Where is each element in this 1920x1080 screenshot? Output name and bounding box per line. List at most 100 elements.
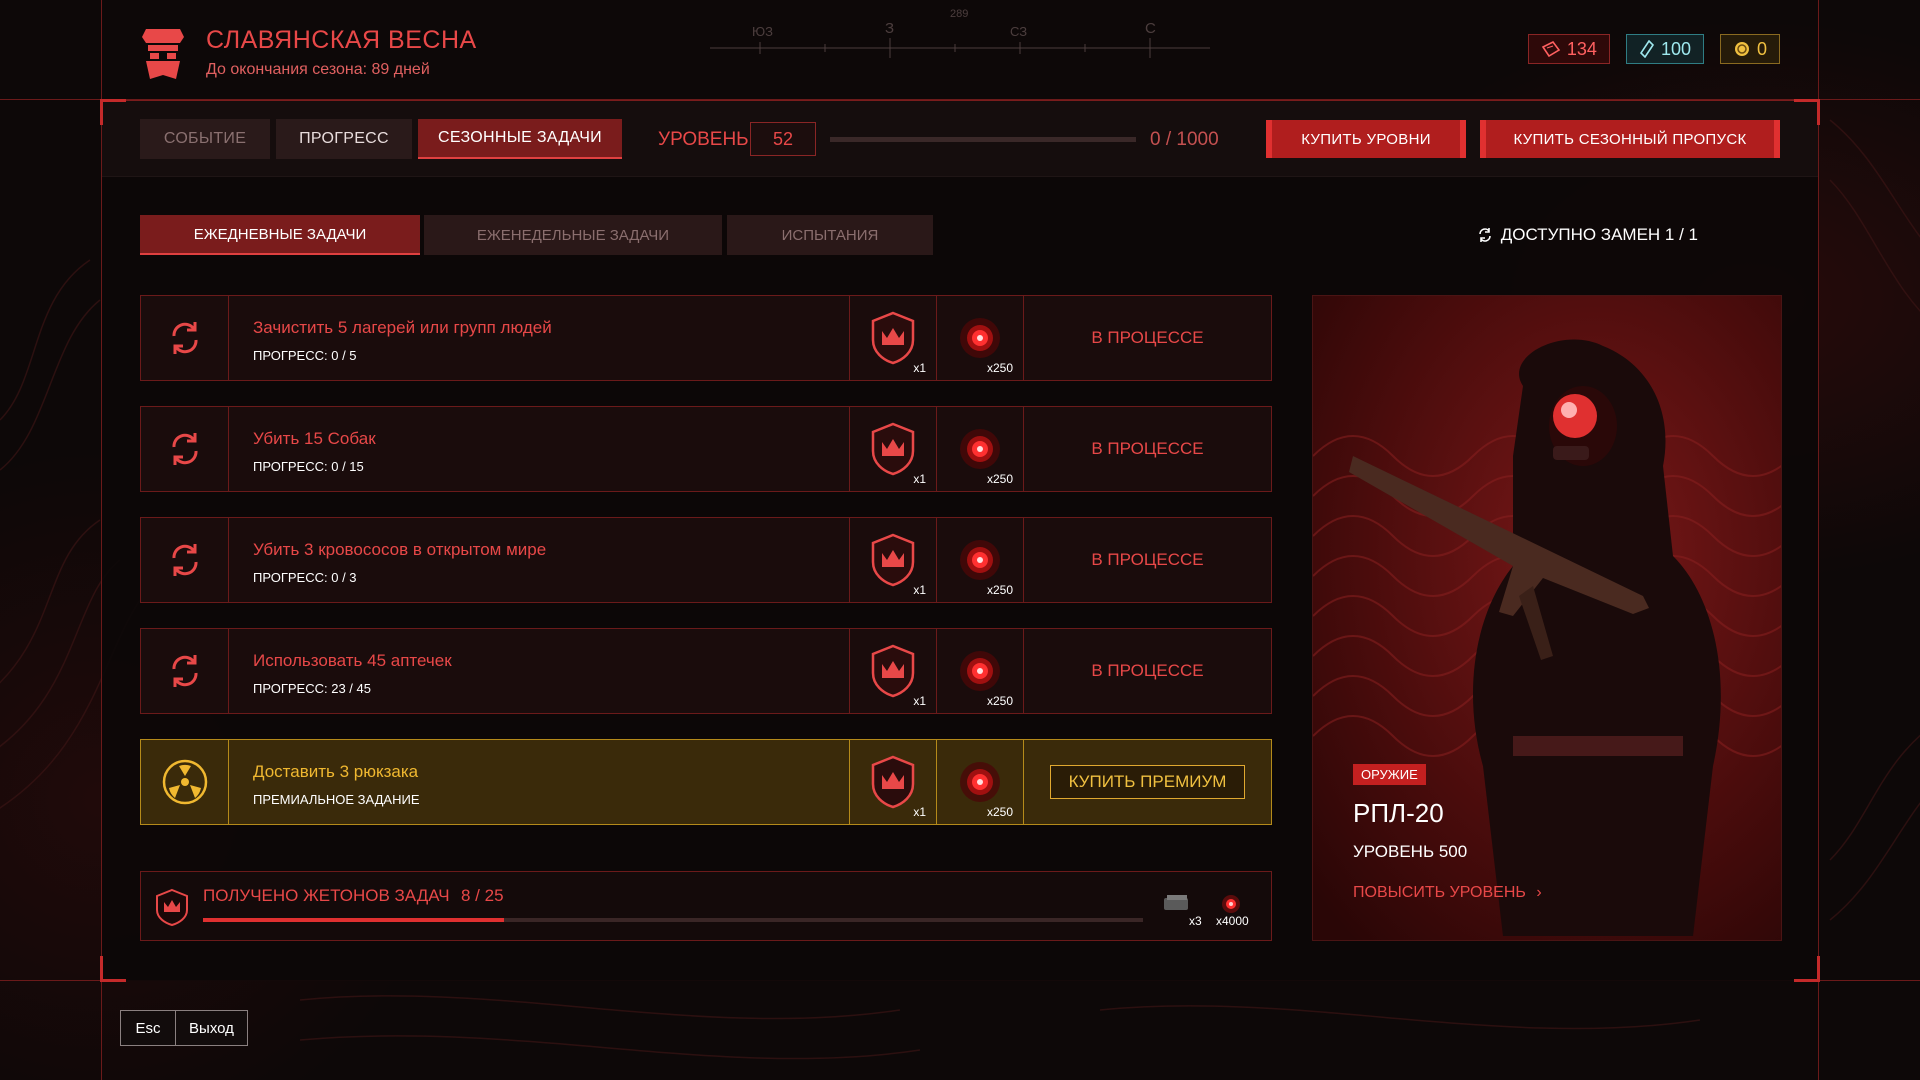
task-title: Доставить 3 рюкзака [253,762,419,781]
reward-token: x1 [850,629,937,713]
reward-token: x1 [850,740,937,824]
task-row: Зачистить 5 лагерей или групп людей ПРОГ… [140,295,1272,381]
task-status: В ПРОЦЕССЕ [1091,328,1204,347]
tab-season-tasks[interactable]: СЕЗОННЫЕ ЗАДАЧИ [418,119,622,159]
reward-orbs-qty: x250 [986,472,1013,486]
task-tokens-bar: ПОЛУЧЕНО ЖЕТОНОВ ЗАДАЧ 8 / 25 x3 x4000 [140,871,1272,941]
tokens-title: ПОЛУЧЕНО ЖЕТОНОВ ЗАДАЧ [203,886,450,905]
crown-shield-icon [156,888,188,926]
task-description: Использовать 45 аптечек ПРОГРЕСС: 23 / 4… [229,629,850,713]
xp-count: 0 / 1000 [1150,129,1219,150]
coin-icon [1734,42,1749,56]
radiation-premium-icon [162,759,207,805]
buy-season-pass-button[interactable]: КУПИТЬ СЕЗОННЫЙ ПРОПУСК [1480,120,1780,158]
task-progress: ПРОГРЕСС: 0 / 3 [253,570,357,585]
crown-shield-icon [871,533,915,587]
subtab-weekly[interactable]: ЕЖЕНЕДЕЛЬНЫЕ ЗАДАЧИ [424,215,722,255]
featured-reward-card[interactable]: ОРУЖИЕ РПЛ-20 УРОВЕНЬ 500 ПОВЫСИТЬ УРОВЕ… [1312,295,1782,941]
task-description: Убить 3 кровососов в открытом мире ПРОГР… [229,518,850,602]
buy-premium-button[interactable]: КУПИТЬ ПРЕМИУМ [1049,765,1246,799]
task-progress: ПРОГРЕСС: 0 / 15 [253,459,364,474]
currency-bar: 134 100 0 [1527,34,1780,64]
task-row: Доставить 3 рюкзака ПРЕМИАЛЬНОЕ ЗАДАНИЕ … [140,739,1272,825]
currency-tickets: 134 [1527,34,1610,64]
tokens-count: 8 / 25 [461,886,504,905]
compass-mark-w: З [885,20,895,37]
task-status: В ПРОЦЕССЕ [1091,550,1204,569]
refresh-task-icon [172,322,197,354]
reward-token: x1 [850,518,937,602]
task-description: Убить 15 Собак ПРОГРЕСС: 0 / 15 [229,407,850,491]
tokens-progress-fill [203,918,504,922]
currency-crystals-value: 100 [1660,38,1691,59]
reward-orbs: x250 [937,740,1024,824]
task-status-cell: В ПРОЦЕССЕ [1024,407,1271,491]
season-panel: СОБЫТИЕ ПРОГРЕСС СЕЗОННЫЕ ЗАДАЧИ УРОВЕНЬ… [100,99,1820,982]
refresh-icon [1478,228,1491,242]
reward-token-qty: x1 [913,472,926,486]
swap-task-button[interactable] [141,629,229,713]
red-orb-icon [960,429,1000,469]
subtab-daily[interactable]: ЕЖЕДНЕВНЫЕ ЗАДАЧИ [140,215,420,255]
season-mask-icon [142,29,184,79]
reward-orbs-qty: x250 [986,361,1013,375]
reward-type-badge: ОРУЖИЕ [1353,764,1426,785]
frame-line [1818,0,1819,1080]
task-status: В ПРОЦЕССЕ [1091,661,1204,680]
reward-orbs: x250 [937,296,1024,380]
currency-tickets-value: 134 [1566,38,1597,59]
swap-task-button[interactable] [141,407,229,491]
swap-task-button[interactable] [141,296,229,380]
subtab-challenges[interactable]: ИСПЫТАНИЯ [727,215,933,255]
exit-button[interactable]: Выход [176,1010,248,1046]
reward-orbs-qty: x250 [986,805,1013,819]
task-row: Использовать 45 аптечек ПРОГРЕСС: 23 / 4… [140,628,1272,714]
currency-crystals: 100 [1625,34,1704,64]
footer-hints: Esc Выход [120,1010,248,1046]
upgrade-level-link[interactable]: ПОВЫСИТЬ УРОВЕНЬ › [1353,884,1542,902]
red-orb-icon [960,318,1000,358]
task-status-cell: В ПРОЦЕССЕ [1024,518,1271,602]
buy-levels-button[interactable]: КУПИТЬ УРОВНИ [1266,120,1466,158]
reward-token: x1 [850,407,937,491]
compass-heading: 289 [950,8,969,20]
crown-shield-icon [871,755,915,809]
reward-name: РПЛ-20 [1353,798,1444,828]
esc-key[interactable]: Esc [120,1010,176,1046]
task-status-cell: В ПРОЦЕССЕ [1024,629,1271,713]
ammo-box-icon [1164,895,1188,910]
upgrade-level-label: ПОВЫСИТЬ УРОВЕНЬ [1353,884,1526,901]
crown-shield-icon [871,644,915,698]
task-title: Убить 3 кровососов в открытом мире [253,540,547,559]
refresh-task-icon [172,433,197,465]
reward-token-qty: x1 [913,805,926,819]
tab-event[interactable]: СОБЫТИЕ [140,119,270,159]
compass-mark-n: С [1145,20,1156,37]
task-description: Зачистить 5 лагерей или групп людей ПРОГ… [229,296,850,380]
task-progress: ПРОГРЕСС: 0 / 5 [253,348,357,363]
task-row: Убить 3 кровососов в открытом мире ПРОГР… [140,517,1272,603]
red-orb-icon [960,651,1000,691]
task-progress: ПРОГРЕСС: 23 / 45 [253,681,371,696]
crown-shield-icon [871,422,915,476]
reward-orbs-qty: x250 [986,583,1013,597]
red-orb-icon [1222,895,1240,913]
crown-shield-icon [871,311,915,365]
task-row: Убить 15 Собак ПРОГРЕСС: 0 / 15 x1 x250 … [140,406,1272,492]
task-progress: ПРЕМИАЛЬНОЕ ЗАДАНИЕ [253,792,420,807]
currency-coins-value: 0 [1756,38,1767,59]
reward-token: x1 [850,296,937,380]
task-description: Доставить 3 рюкзака ПРЕМИАЛЬНОЕ ЗАДАНИЕ [229,740,850,824]
premium-task-icon-cell [141,740,229,824]
season-header: СЛАВЯНСКАЯ ВЕСНА До окончания сезона: 89… [140,22,477,82]
task-title: Зачистить 5 лагерей или групп людей [253,318,552,337]
task-status: В ПРОЦЕССЕ [1091,439,1204,458]
task-title: Убить 15 Собак [253,429,376,448]
red-orb-icon [960,540,1000,580]
swap-task-button[interactable] [141,518,229,602]
compass-mark-nw: СЗ [1010,24,1028,39]
currency-coins: 0 [1719,34,1780,64]
reward-orbs-qty: x250 [986,694,1013,708]
tab-progress[interactable]: ПРОГРЕСС [276,119,412,159]
chevron-right-icon: › [1536,884,1542,901]
